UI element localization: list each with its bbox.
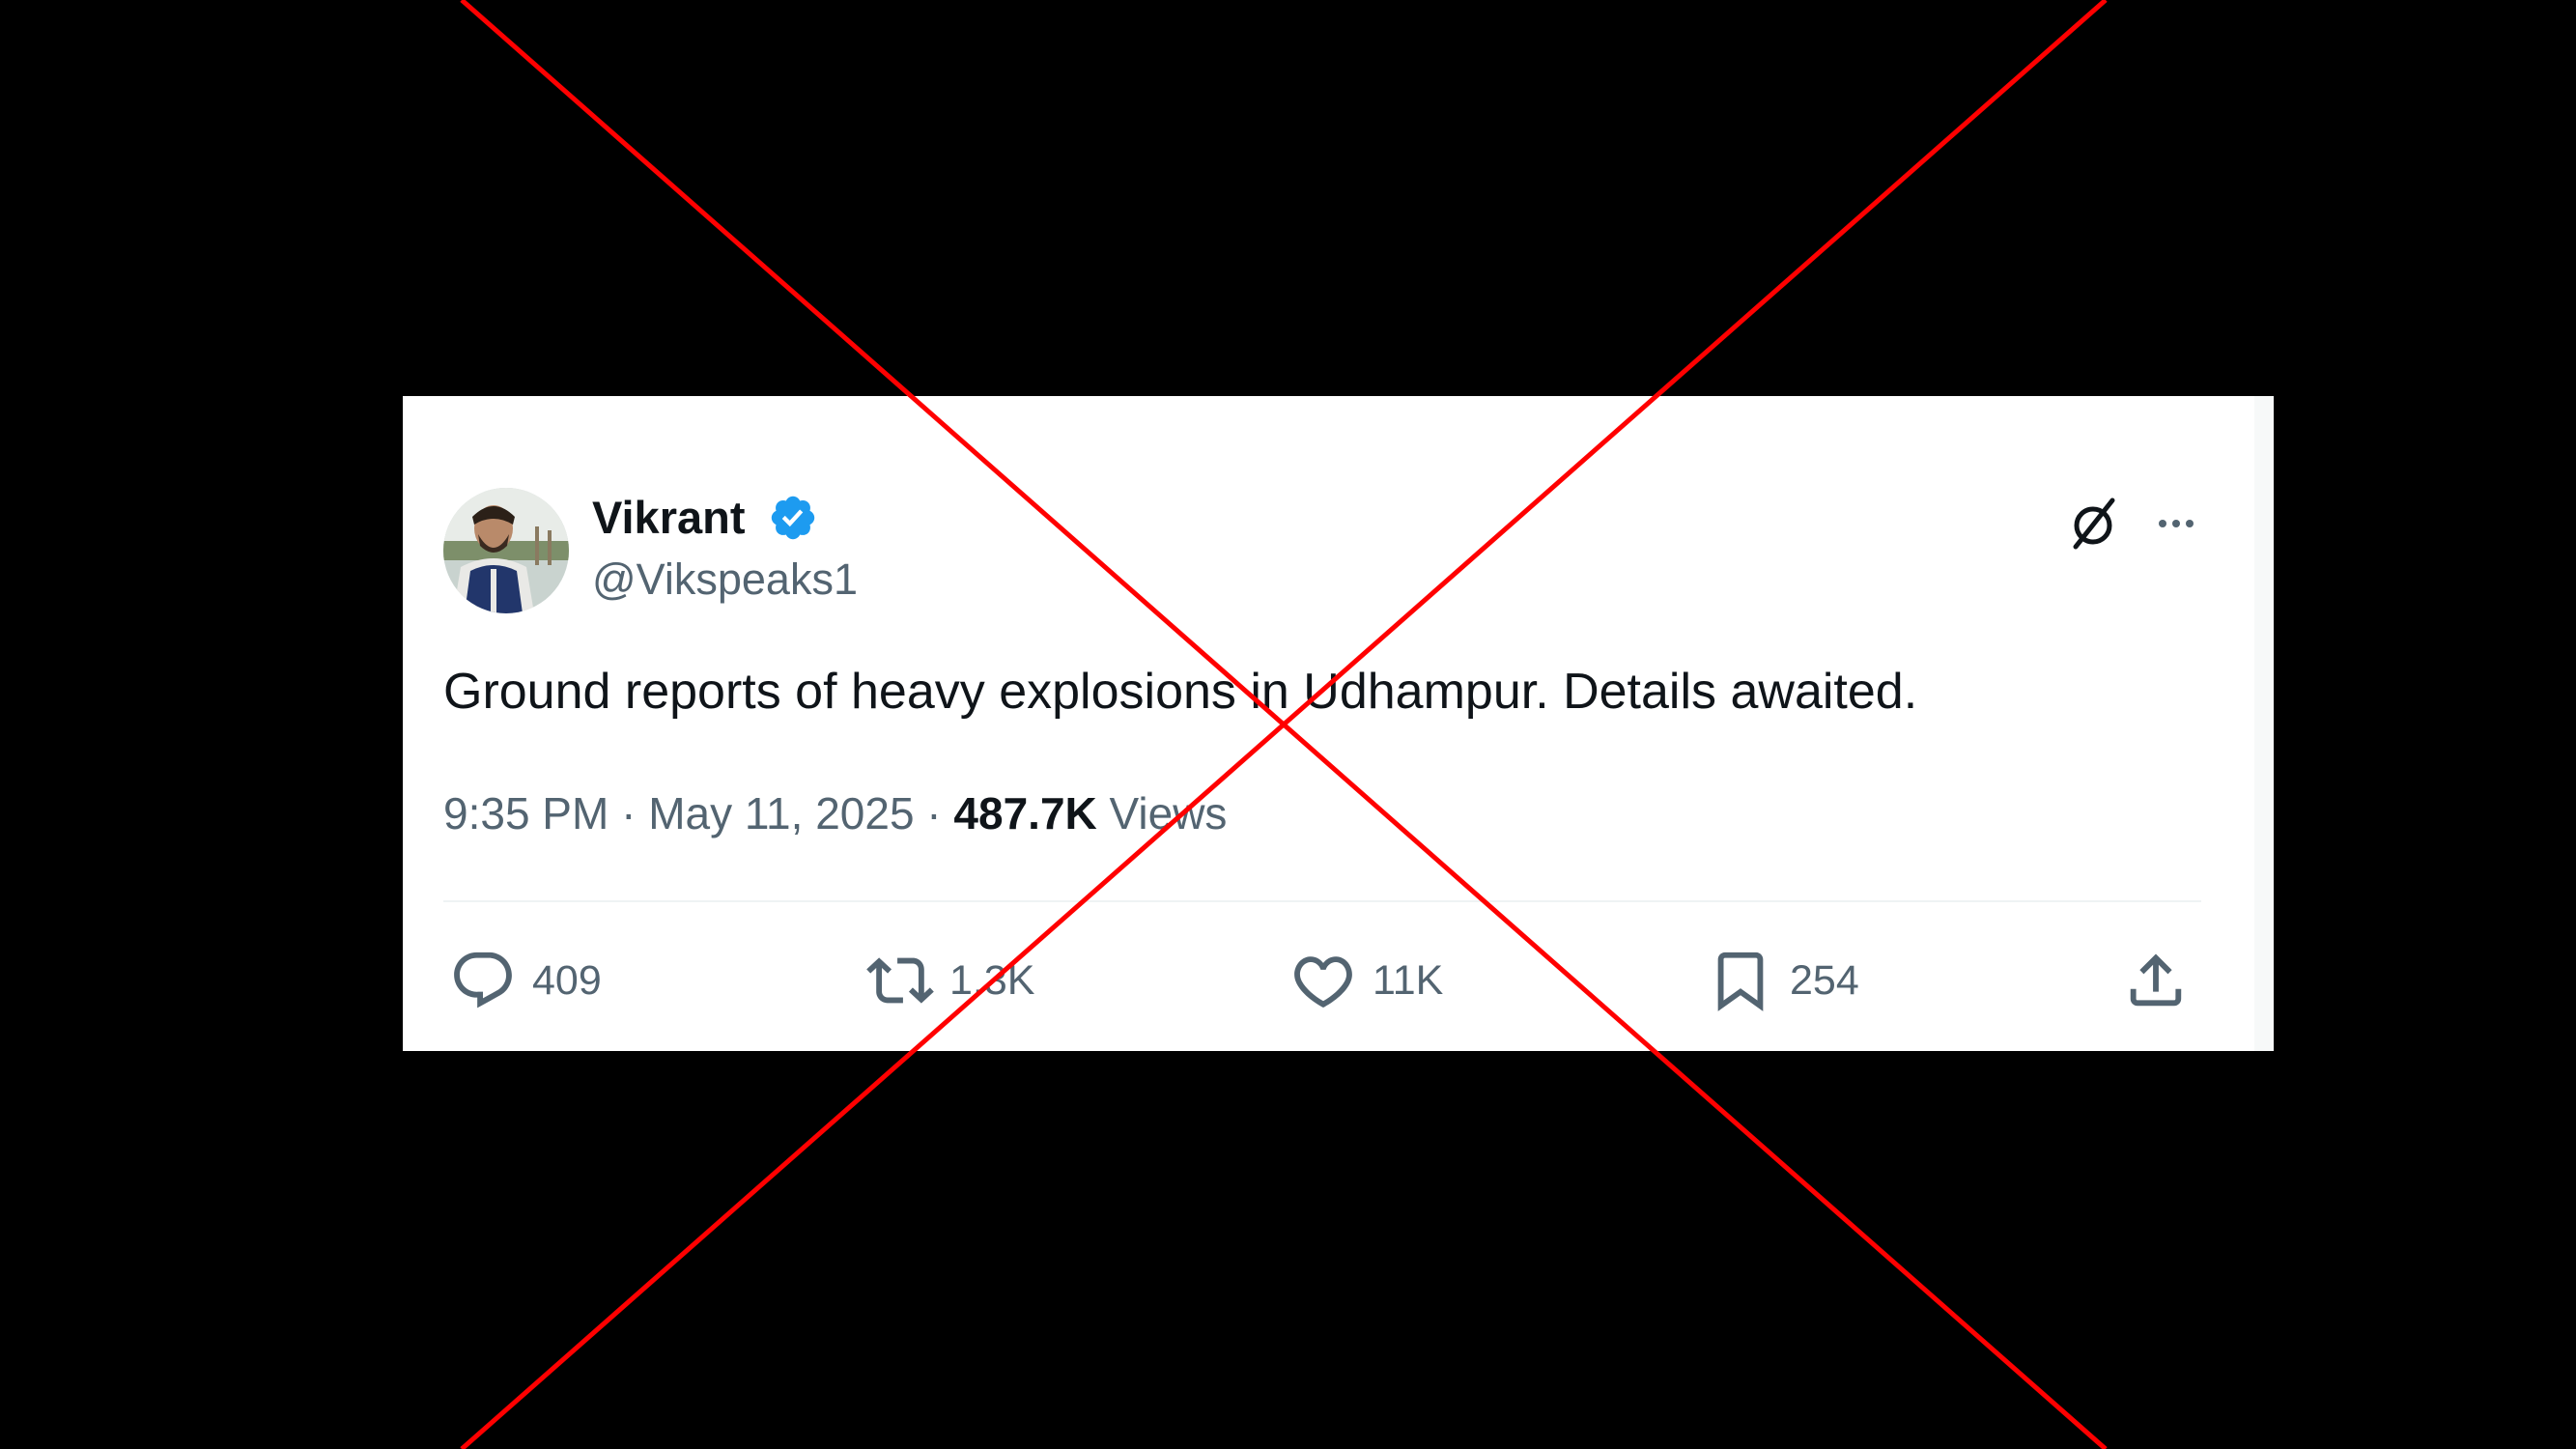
tweet-meta: 9:35 PM · May 11, 2025 · 487.7K Views xyxy=(443,784,1227,842)
reply-button[interactable]: 409 xyxy=(449,937,602,1024)
grok-icon[interactable] xyxy=(2062,493,2124,554)
avatar[interactable] xyxy=(443,488,569,613)
tweet-time[interactable]: 9:35 PM xyxy=(443,788,609,838)
retweet-icon xyxy=(866,957,934,1004)
bookmark-button[interactable]: 254 xyxy=(1707,937,1859,1024)
user-handle[interactable]: @Vikspeaks1 xyxy=(592,554,858,606)
views-count: 487.7K xyxy=(953,788,1097,838)
meta-separator: · xyxy=(914,788,954,838)
bookmark-icon xyxy=(1717,952,1764,1011)
verified-badge-icon xyxy=(771,496,815,540)
tweet-date[interactable]: May 11, 2025 xyxy=(648,788,914,838)
bookmark-count: 254 xyxy=(1790,956,1859,1004)
divider xyxy=(443,900,2201,902)
reply-count: 409 xyxy=(532,956,602,1004)
tweet-text: Ground reports of heavy explosions in Ud… xyxy=(443,664,1918,720)
heart-icon xyxy=(1294,956,1352,1009)
views-label: Views xyxy=(1096,788,1228,838)
retweet-button[interactable]: 1.3K xyxy=(866,937,1034,1024)
display-name[interactable]: Vikrant xyxy=(592,491,746,545)
reply-icon xyxy=(454,952,512,1009)
retweet-count: 1.3K xyxy=(949,956,1035,1004)
like-button[interactable]: 11K xyxy=(1289,937,1443,1024)
more-options-icon[interactable] xyxy=(2149,497,2203,551)
meta-separator: · xyxy=(609,788,649,838)
share-button[interactable] xyxy=(2122,937,2190,1024)
share-icon xyxy=(2130,953,2182,1007)
tweet-card: Vikrant @Vikspeaks1 Ground reports of he… xyxy=(403,396,2274,1051)
card-scroll-edge xyxy=(2254,396,2274,1051)
like-count: 11K xyxy=(1373,956,1444,1004)
